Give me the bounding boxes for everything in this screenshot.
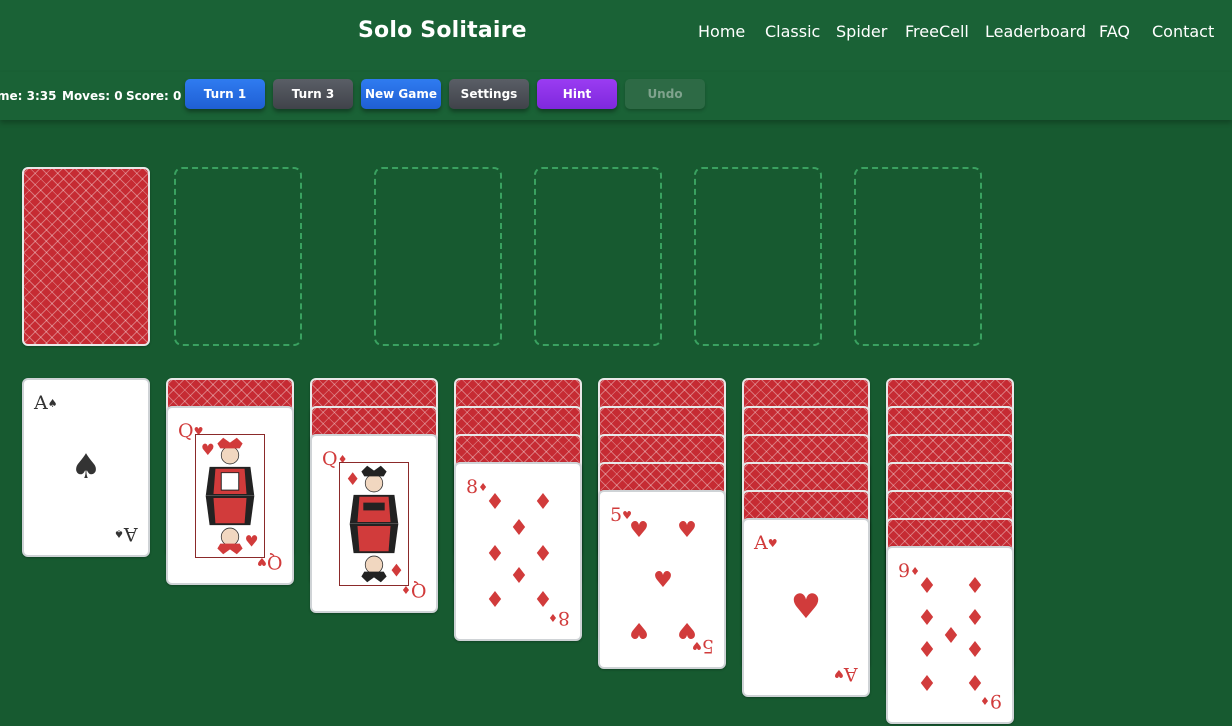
game-toolbar: me: 3:35 Moves: 0 Score: 0 Turn 1 Turn 3…: [0, 72, 1232, 120]
site-header: Solo Solitaire Home Classic Spider FreeC…: [0, 0, 1232, 72]
tableau-6-card-ace-of-hearts[interactable]: A♥ ♥ A♥: [742, 518, 870, 697]
score-display: Score: 0: [126, 89, 182, 103]
foundation-slot-4[interactable]: [854, 167, 982, 346]
hint-button[interactable]: Hint: [537, 79, 617, 109]
foundation-slot-3[interactable]: [694, 167, 822, 346]
diamond-icon: ♦: [485, 588, 505, 613]
waste-slot[interactable]: [174, 167, 302, 346]
heart-icon: ♥: [629, 617, 649, 642]
tableau-4-card-eight-of-diamonds[interactable]: 8♦ ♦ ♦ ♦ ♦ ♦ ♦ ♦ ♦ 8♦: [454, 462, 582, 641]
tableau-3-card-queen-of-diamonds[interactable]: Q♦ ♦ ♦ Q♦: [310, 434, 438, 613]
foundation-slot-2[interactable]: [534, 167, 662, 346]
queen-illustration: ♦ ♦: [339, 462, 409, 586]
diamond-icon: ♦: [533, 490, 553, 515]
diamond-icon: ♦: [917, 672, 937, 697]
diamond-icon: ♦: [965, 638, 985, 663]
tableau-2-card-queen-of-hearts[interactable]: Q♥ ♥ ♥ Q♥: [166, 406, 294, 585]
diamond-icon: ♦: [509, 564, 529, 589]
timer-display: me: 3:35: [0, 89, 57, 103]
heart-icon: ♥: [653, 568, 673, 593]
svg-text:♦: ♦: [345, 470, 361, 490]
queen-figure-icon: ♦ ♦: [340, 463, 408, 585]
moves-counter: Moves: 0: [62, 89, 123, 103]
heart-icon: ♥: [629, 518, 649, 543]
nav-freecell[interactable]: FreeCell: [905, 22, 969, 41]
heart-icon: ♥: [677, 518, 697, 543]
diamond-icon: ♦: [533, 542, 553, 567]
nav-spider[interactable]: Spider: [836, 22, 887, 41]
diamond-icon: ♦: [965, 606, 985, 631]
nav-leaderboard[interactable]: Leaderboard: [985, 22, 1086, 41]
diamond-icon: ♦: [917, 606, 937, 631]
undo-button: Undo: [625, 79, 705, 109]
nav-classic[interactable]: Classic: [765, 22, 820, 41]
tableau-1-card-ace-of-spades[interactable]: A♠ ♠ A♠: [22, 378, 150, 557]
diamond-icon: ♦: [485, 490, 505, 515]
diamond-icon: ♦: [917, 638, 937, 663]
diamond-icon: ♦: [509, 516, 529, 541]
nav-contact[interactable]: Contact: [1152, 22, 1214, 41]
foundation-slot-1[interactable]: [374, 167, 502, 346]
tableau-5-card-five-of-hearts[interactable]: 5♥ ♥ ♥ ♥ ♥ ♥ 5♥: [598, 490, 726, 669]
svg-text:♥: ♥: [245, 533, 259, 551]
svg-text:♦: ♦: [389, 561, 405, 581]
diamond-icon: ♦: [917, 574, 937, 599]
queen-figure-icon: ♥ ♥: [196, 435, 264, 557]
settings-button[interactable]: Settings: [449, 79, 529, 109]
queen-illustration: ♥ ♥: [195, 434, 265, 558]
diamond-icon: ♦: [941, 624, 961, 649]
new-game-button[interactable]: New Game: [361, 79, 441, 109]
turn-3-button[interactable]: Turn 3: [273, 79, 353, 109]
heart-icon: ♥: [790, 587, 822, 627]
turn-1-button[interactable]: Turn 1: [185, 79, 265, 109]
diamond-icon: ♦: [965, 574, 985, 599]
spade-icon: ♠: [70, 447, 102, 487]
tableau-7-card-nine-of-diamonds[interactable]: 9♦ ♦ ♦ ♦ ♦ ♦ ♦ ♦ ♦ ♦ 9♦: [886, 546, 1014, 724]
main-nav: Home Classic Spider FreeCell Leaderboard…: [0, 22, 1232, 42]
nav-faq[interactable]: FAQ: [1099, 22, 1130, 41]
stock-pile[interactable]: [22, 167, 150, 346]
nav-home[interactable]: Home: [698, 22, 745, 41]
diamond-icon: ♦: [485, 542, 505, 567]
svg-text:♥: ♥: [201, 441, 215, 459]
